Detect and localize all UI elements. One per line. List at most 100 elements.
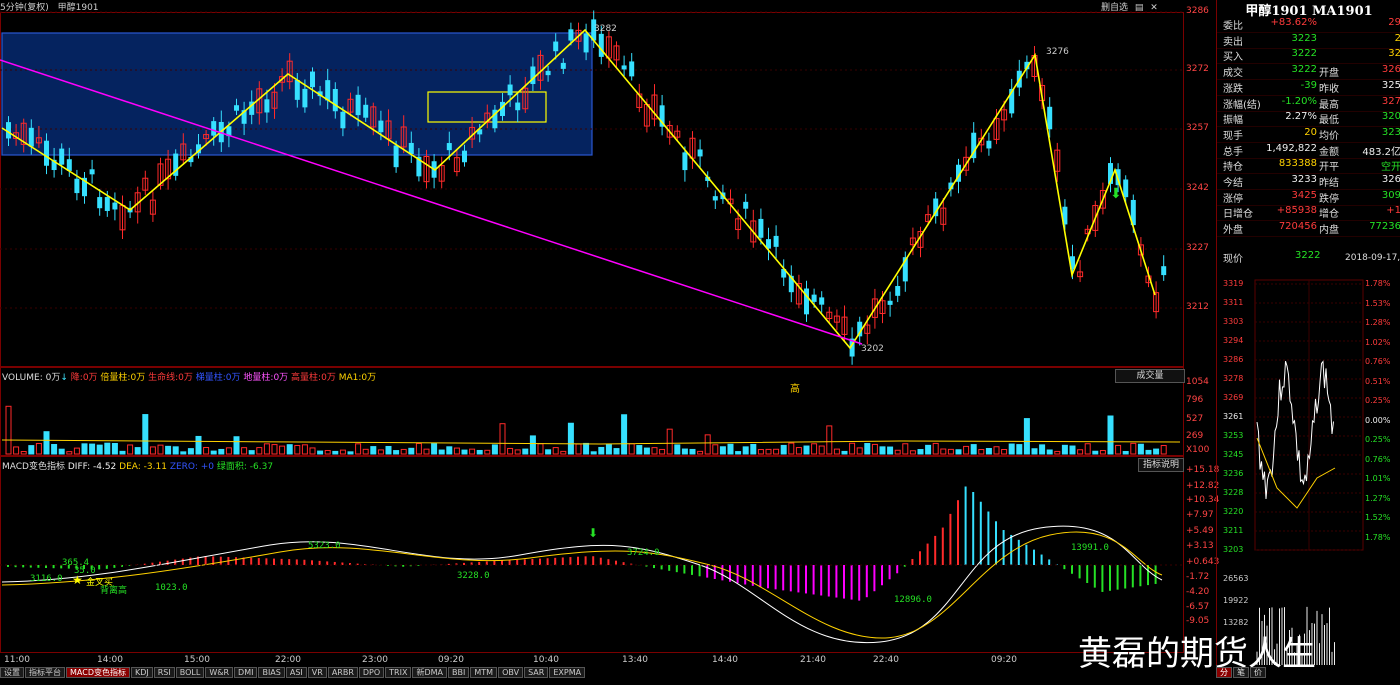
intraday-mini-chart[interactable] [1217,278,1400,665]
volume-bar [1137,443,1144,455]
mini-price-tick: 3294 [1223,336,1244,345]
mini-pct-tick: 1.53% [1365,298,1391,308]
mini-pct-tick: 0.76% [1365,357,1391,366]
candle-down [1047,106,1053,130]
indicator-select[interactable]: 成交量 [1115,369,1185,383]
tab-7[interactable]: DMI [234,667,258,678]
tab-14[interactable]: 新DMA [412,667,448,678]
quote-lbl: 总手 [1223,146,1243,158]
candle-down [211,121,217,136]
chart-area[interactable]: ⬇ 高 ⬇★ [0,0,1214,665]
macd-value-label: 1023.0 [155,583,188,593]
tab-8[interactable]: BIAS [258,667,285,678]
right-tab-1[interactable]: 笔 [1233,667,1249,678]
tab-1[interactable]: 指标平台 [25,667,65,678]
volume-bar [719,446,726,455]
volume-bar [233,436,240,455]
watermark: 黄磊的期货人生 [1078,634,1316,674]
candle-down [545,70,551,76]
tab-15[interactable]: BBI [448,667,470,678]
tab-3[interactable]: KDJ [130,667,153,678]
volume-bar [712,444,719,455]
time-tick: 09:20 [438,655,464,665]
tab-4[interactable]: RSI [153,667,175,678]
tab-2[interactable]: MACD变色指标 [66,667,130,678]
quote-lbl2: 跌停 [1319,193,1339,205]
volume-tick: X100 [1186,445,1210,455]
volume-bar [537,443,544,455]
volume-item-value: 0万 [321,373,336,383]
volume-bar [355,443,362,455]
mini-price-tick: 3261 [1223,412,1244,421]
quote-lbl: 外盘 [1223,225,1243,237]
candle-down [560,62,566,69]
candle-down [712,196,718,201]
tab-18[interactable]: SAR [524,667,549,678]
volume-bar [1145,449,1152,455]
price-tick: 3242 [1186,183,1209,193]
quote-lbl2: 开平 [1319,162,1339,174]
quote-v1: -39 [1300,79,1317,91]
right-tab-0[interactable]: 分 [1216,667,1232,678]
mini-price-tick: 3319 [1223,279,1244,288]
macd-tick: +0.643 [1186,557,1220,567]
time-tick: 15:00 [184,655,210,665]
macd-tick: -6.57 [1186,602,1210,612]
tab-12[interactable]: DPO [358,667,385,678]
macd-value-label: 3116.0 [30,574,63,584]
tab-9[interactable]: ASI [285,667,307,678]
volume-bar [1046,449,1053,455]
macd-value-label: 3228.0 [457,571,490,581]
macd-title[interactable]: MACD变色指标 [2,462,65,472]
tab-13[interactable]: TRIX [385,667,412,678]
tab-19[interactable]: EXPMA [549,667,586,678]
quote-v2: 309 [1381,189,1400,201]
volume-item-value: 0万 [361,373,377,383]
volume-bar [1061,444,1068,455]
price-tick: 3272 [1186,64,1209,74]
mini-pct-tick: 1.01% [1365,474,1391,483]
tab-10[interactable]: VR [307,667,327,678]
volume-bar [514,449,521,455]
tab-0[interactable]: 设置 [0,667,24,678]
tab-5[interactable]: BOLL [175,667,205,678]
quote-v1: -1.20% [1281,95,1317,107]
quote-v1: 720456 [1278,221,1317,233]
volume-bar [104,442,111,455]
tab-11[interactable]: ARBR [327,667,358,678]
candle-down [28,127,34,147]
indicator-help-button[interactable]: 指标说明 [1138,458,1184,472]
volume-bar [453,447,460,455]
volume-item-value: 0万 [82,373,98,383]
mini-price-tick: 3245 [1223,450,1244,459]
volume-bar [864,443,871,455]
volume-bar [1084,443,1091,455]
quote-date: 2018-09-17,一 [1345,253,1400,263]
volume-bar [560,450,567,455]
macd-dea: DEA: -3.11 [119,462,167,472]
time-tick: 23:00 [362,655,388,665]
volume-item-label: 倍量柱: [100,373,131,383]
quote-lbl: 现手 [1223,130,1243,142]
quote-lbl2: 内盘 [1319,225,1339,237]
volume-bar [902,443,909,455]
macd-tick: +7.97 [1186,510,1214,520]
volume-bar [1008,443,1015,455]
volume-bar [1077,449,1084,455]
tab-16[interactable]: MTM [470,667,498,678]
candle-down [598,33,604,57]
tab-6[interactable]: W&R [205,667,234,678]
volume-bar [780,444,787,455]
candle-down [811,294,817,302]
right-tab-2[interactable]: 价 [1250,667,1266,678]
tab-17[interactable]: OBV [498,667,524,678]
candle-down [104,197,110,211]
volume-bar [377,449,384,455]
mini-price-tick: 3220 [1223,507,1244,516]
volume-bar [210,450,217,455]
volume-bar [529,435,536,455]
volume-legend: VOLUME: 0万↓ 降:0万 倍量柱:0万 生命线:0万 梯量柱:0万 地量… [2,370,376,383]
volume-bar [400,448,407,455]
volume-bar [659,448,666,455]
quote-v2: 空开 [1381,162,1400,174]
